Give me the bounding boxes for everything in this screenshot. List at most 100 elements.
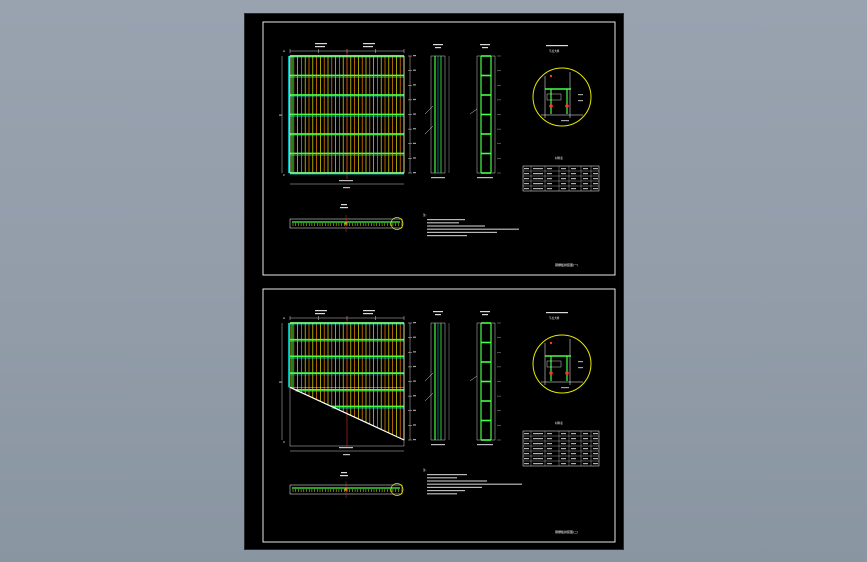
detail-circle bbox=[532, 67, 592, 127]
panel-frame bbox=[262, 21, 616, 276]
table-cell-mark bbox=[583, 463, 588, 465]
plan-side-mark bbox=[413, 351, 416, 353]
plan-side-mark bbox=[413, 424, 416, 426]
plan-side-mark bbox=[413, 409, 416, 411]
detail-heading: 节点大样 bbox=[549, 316, 560, 320]
note-line bbox=[427, 235, 467, 237]
plan-bottom-mark bbox=[339, 447, 353, 449]
cad-viewport[interactable]: A C 节点大样 材料表 注: 钢栅板拼装图(一) A C 节点大样 材料表 注: 钢栅板拼装图(二) bbox=[0, 0, 867, 562]
section-bottom-mark bbox=[431, 177, 445, 179]
table-cell-mark bbox=[593, 448, 598, 450]
table-cell-mark bbox=[583, 443, 588, 445]
table-cell-mark bbox=[524, 438, 529, 440]
table-cell-mark bbox=[547, 448, 552, 450]
detail-plate bbox=[546, 93, 562, 101]
table-cell-mark bbox=[571, 463, 576, 465]
plan-view: AC bbox=[279, 310, 416, 456]
table-cell-mark bbox=[547, 438, 552, 440]
section-bottom-mark bbox=[477, 444, 493, 446]
table-cell-mark bbox=[571, 458, 576, 460]
table-cell-mark bbox=[547, 443, 552, 445]
plan-header-mark bbox=[363, 310, 375, 312]
table-cell-mark bbox=[524, 458, 529, 460]
panel-frame bbox=[262, 288, 616, 543]
table-cell-mark bbox=[533, 183, 543, 185]
table-cell-mark bbox=[593, 178, 598, 180]
table-heading: 材料表 bbox=[555, 421, 563, 425]
plan-side-mark bbox=[413, 98, 416, 101]
section-view-1 bbox=[424, 311, 450, 446]
plan-header-mark bbox=[315, 43, 327, 45]
detail-circle bbox=[532, 334, 592, 394]
plan-left-mark bbox=[279, 114, 282, 116]
drawing-sheet[interactable]: A C 节点大样 材料表 注: 钢栅板拼装图(一) A C 节点大样 材料表 注: 钢栅板拼装图(二) bbox=[244, 13, 624, 550]
table-cell-mark bbox=[561, 438, 566, 440]
table-cell-mark bbox=[533, 188, 543, 190]
table-cell-mark bbox=[593, 463, 598, 465]
table-cell-mark bbox=[547, 188, 552, 190]
leader-line bbox=[469, 375, 478, 382]
table-cell-mark bbox=[547, 178, 552, 180]
table-cell-mark bbox=[561, 183, 566, 185]
table-cell-mark bbox=[524, 453, 529, 455]
weld-symbol bbox=[549, 341, 553, 345]
detail-heading: 节点大样 bbox=[549, 49, 560, 53]
elevation-view bbox=[289, 204, 404, 232]
section-header-mark bbox=[433, 311, 443, 313]
weld-symbol bbox=[549, 74, 553, 78]
elevation-header-mark bbox=[340, 207, 348, 209]
table-cell-mark bbox=[561, 178, 566, 180]
title-block: 钢栅板拼装图(一) bbox=[555, 262, 578, 267]
plan-side-mark bbox=[413, 380, 416, 382]
weld-symbol bbox=[549, 104, 553, 108]
table-cell-mark bbox=[561, 433, 566, 435]
elevation-header-mark bbox=[341, 204, 347, 206]
notes-block: 注: bbox=[423, 213, 519, 237]
table-cell-mark bbox=[583, 183, 588, 185]
note-line bbox=[427, 219, 465, 221]
table-cell-mark bbox=[533, 448, 543, 450]
plan-side-mark bbox=[413, 365, 416, 368]
table-cell-mark bbox=[524, 168, 529, 170]
detail-view: 节点大样 bbox=[532, 45, 592, 127]
table-cell-mark bbox=[571, 178, 576, 180]
section-header-mark bbox=[482, 314, 488, 316]
panel-upper: AC节点大样材料表注:钢栅板拼装图(一) bbox=[262, 21, 616, 276]
table-cell-mark bbox=[533, 453, 543, 455]
table-cell-mark bbox=[571, 188, 576, 190]
table-cell-mark bbox=[533, 433, 543, 435]
weld-symbol bbox=[549, 371, 553, 375]
corner-label: A bbox=[283, 49, 286, 53]
table-cell-mark bbox=[561, 443, 566, 445]
plan-header-mark bbox=[315, 313, 325, 315]
table-cell-mark bbox=[593, 433, 598, 435]
plan-header-mark bbox=[315, 46, 325, 48]
table-cell-mark bbox=[561, 453, 566, 455]
leader-line bbox=[424, 372, 434, 382]
table-cell-mark bbox=[561, 168, 566, 170]
section-bottom-mark bbox=[477, 177, 493, 179]
table-cell-mark bbox=[547, 463, 552, 465]
table-cell-mark bbox=[524, 443, 529, 445]
table-cell-mark bbox=[547, 173, 552, 175]
leader-line bbox=[469, 108, 478, 115]
note-line bbox=[427, 477, 457, 479]
elevation-view bbox=[289, 472, 404, 498]
note-line bbox=[427, 225, 485, 227]
section-header-mark bbox=[435, 47, 441, 49]
detail-header-mark bbox=[546, 45, 568, 47]
table-cell-mark bbox=[524, 183, 529, 185]
detail-mark bbox=[578, 367, 583, 369]
table-cell-mark bbox=[583, 458, 588, 460]
title-block: 钢栅板拼装图(二) bbox=[555, 529, 578, 534]
note-line bbox=[427, 222, 459, 224]
table-cell-mark bbox=[547, 183, 552, 185]
note-line bbox=[427, 474, 467, 476]
section-header-mark bbox=[480, 44, 490, 46]
table-cell-mark bbox=[533, 458, 543, 460]
plan-bottom-mark bbox=[339, 180, 353, 182]
table-cell-mark bbox=[593, 183, 598, 185]
note-line bbox=[427, 483, 522, 485]
plan-side-mark bbox=[413, 439, 416, 441]
detail-mark bbox=[561, 120, 569, 122]
